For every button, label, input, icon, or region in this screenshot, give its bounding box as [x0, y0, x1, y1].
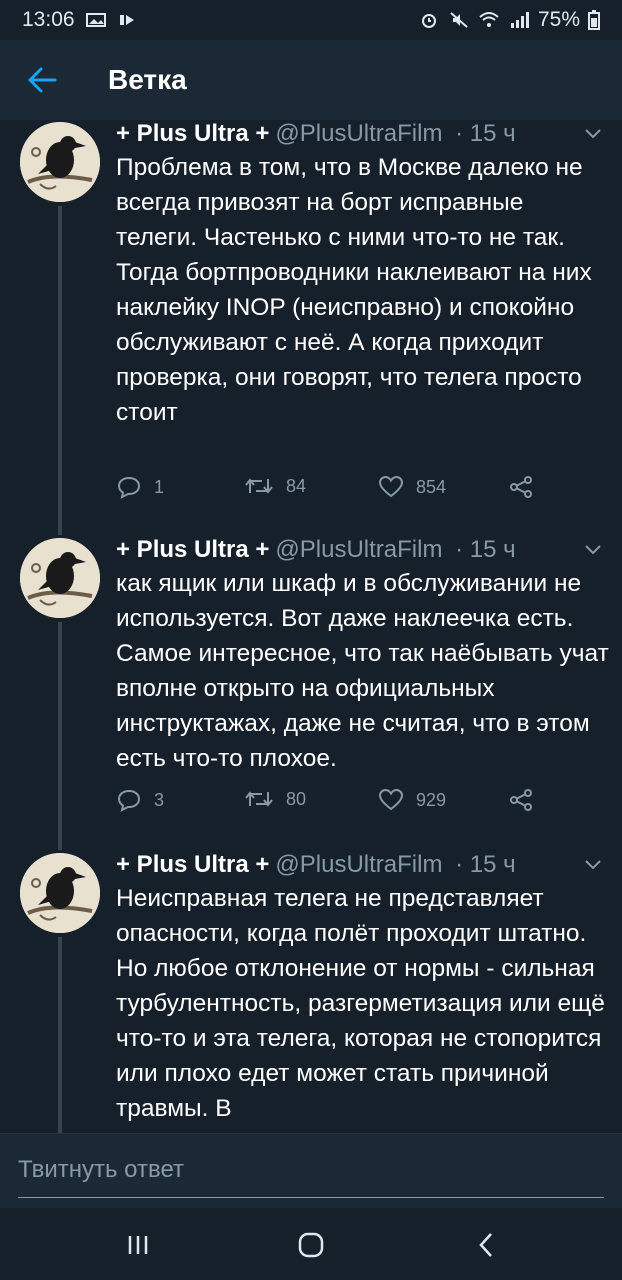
tweet-header: + Plus Ultra + @PlusUltraFilm · 15 ч — [116, 851, 616, 879]
home-icon — [298, 1232, 324, 1258]
app-bar: Ветка — [0, 40, 622, 120]
thread-line — [58, 937, 62, 1133]
share-icon — [510, 789, 532, 811]
tweet-text: как ящик или шкаф и в обслуживании не ис… — [116, 570, 609, 772]
tweet[interactable]: + Plus Ultra + @PlusUltraFilm · 15 ч как … — [0, 536, 622, 850]
retweet-icon — [245, 478, 273, 494]
recent-apps-button[interactable] — [118, 1228, 158, 1262]
share-icon — [510, 476, 532, 498]
like-button[interactable]: 929 — [378, 788, 446, 812]
retweet-count: 80 — [286, 788, 307, 809]
share-button[interactable] — [508, 788, 534, 812]
reply-count: 3 — [154, 789, 165, 810]
tweet-header: + Plus Ultra + @PlusUltraFilm · 15 ч — [116, 120, 616, 148]
retweet-button[interactable]: 80 — [244, 788, 306, 810]
avatar[interactable] — [20, 122, 100, 202]
avatar[interactable] — [20, 538, 100, 618]
thread-line — [58, 206, 62, 535]
reply-input[interactable]: Твитнуть ответ — [18, 1148, 604, 1198]
recent-apps-icon — [128, 1236, 148, 1254]
chevron-left-icon — [479, 1233, 492, 1257]
display-name[interactable]: + Plus Ultra + — [116, 536, 269, 563]
system-nav-bar — [0, 1208, 622, 1280]
display-name[interactable]: + Plus Ultra + — [116, 120, 269, 147]
page-title: Ветка — [108, 64, 187, 95]
like-count: 854 — [416, 476, 447, 497]
thread-line — [58, 622, 62, 850]
back-button[interactable] — [12, 50, 72, 110]
retweet-button[interactable]: 84 — [244, 475, 306, 497]
raven-avatar-icon — [20, 538, 100, 618]
back-nav-button[interactable] — [466, 1228, 506, 1262]
reply-button[interactable]: 1 — [116, 475, 164, 499]
reply-button[interactable]: 3 — [116, 788, 164, 812]
gallery-icon — [85, 13, 106, 27]
tweet-actions: 1 84 854 — [116, 475, 546, 505]
chevron-down-icon[interactable] — [582, 122, 604, 144]
share-button[interactable] — [508, 475, 534, 499]
comment-icon — [117, 476, 141, 499]
heart-icon — [378, 475, 404, 498]
tweet-text: Неисправная телега не представляет опасн… — [116, 885, 605, 1122]
status-time: 13:06 — [22, 8, 75, 31]
thread-feed[interactable]: + Plus Ultra + @PlusUltraFilm · 15 ч Проб… — [0, 120, 622, 1133]
alarm-icon — [421, 14, 436, 28]
reply-count: 1 — [154, 476, 165, 497]
avatar[interactable] — [20, 853, 100, 933]
battery-icon — [588, 10, 600, 30]
comment-icon — [117, 789, 141, 812]
tweet[interactable]: + Plus Ultra + @PlusUltraFilm · 15 ч Проб… — [0, 120, 622, 535]
media-icon — [119, 15, 134, 25]
raven-avatar-icon — [20, 853, 100, 933]
like-count: 929 — [416, 789, 447, 810]
handle[interactable]: @PlusUltraFilm — [275, 851, 442, 878]
handle[interactable]: @PlusUltraFilm — [275, 536, 442, 563]
chevron-down-icon[interactable] — [582, 538, 604, 560]
tweet-actions: 3 80 929 — [116, 788, 546, 818]
battery-percent: 75% — [537, 8, 580, 31]
tweet-text: Проблема в том, что в Москве далеко не в… — [116, 154, 592, 426]
wifi-icon — [479, 12, 499, 27]
chevron-down-icon[interactable] — [582, 853, 604, 875]
tweet-header: + Plus Ultra + @PlusUltraFilm · 15 ч — [116, 536, 616, 564]
timestamp: · 15 ч — [455, 851, 516, 878]
like-button[interactable]: 854 — [378, 475, 446, 499]
arrow-left-icon — [28, 67, 57, 93]
reply-bar: Твитнуть ответ — [0, 1133, 622, 1208]
tweet[interactable]: + Plus Ultra + @PlusUltraFilm · 15 ч Неис… — [0, 851, 622, 1133]
home-button[interactable] — [291, 1228, 331, 1262]
timestamp: · 15 ч — [455, 120, 516, 147]
retweet-icon — [245, 791, 273, 807]
retweet-count: 84 — [286, 475, 307, 496]
mute-icon — [450, 12, 468, 28]
display-name[interactable]: + Plus Ultra + — [116, 851, 269, 878]
heart-icon — [378, 788, 404, 811]
raven-avatar-icon — [20, 122, 100, 202]
timestamp: · 15 ч — [455, 536, 516, 563]
signal-icon — [510, 12, 529, 28]
status-bar: 13:06 75% — [0, 0, 622, 40]
handle[interactable]: @PlusUltraFilm — [275, 120, 442, 147]
